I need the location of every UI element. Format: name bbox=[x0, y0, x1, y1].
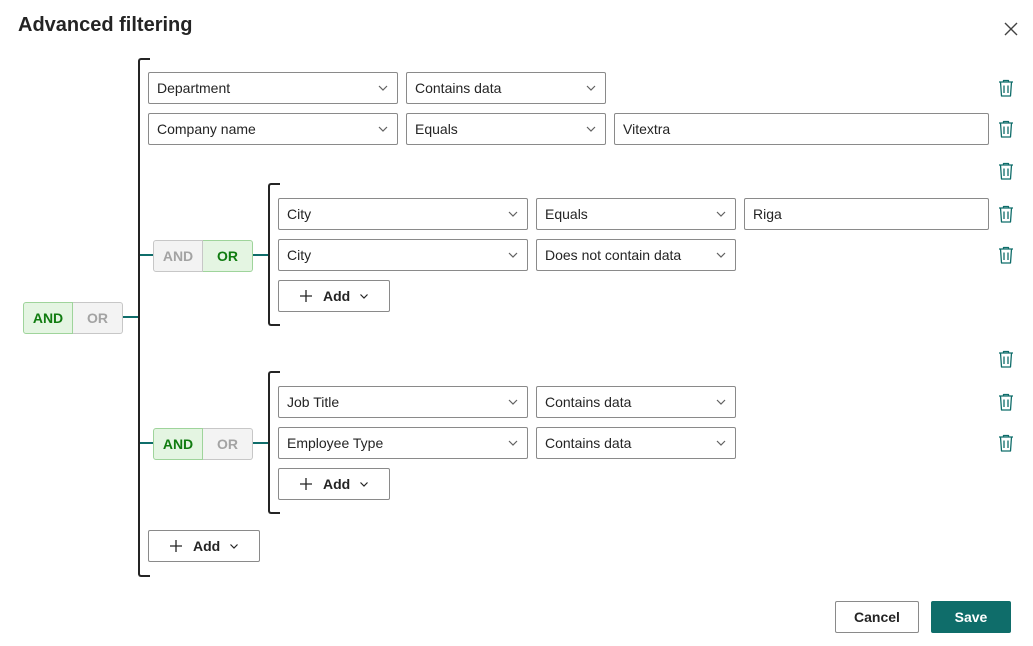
field-dropdown-value: Job Title bbox=[287, 394, 340, 410]
chevron-down-icon bbox=[586, 85, 596, 91]
root-add-button[interactable]: Add bbox=[148, 530, 260, 562]
trash-icon bbox=[999, 393, 1013, 411]
plus-icon bbox=[300, 478, 312, 490]
field-dropdown-job-title[interactable]: Job Title bbox=[278, 386, 528, 418]
group1-logic-toggle: AND OR bbox=[153, 240, 253, 272]
chevron-down-icon bbox=[378, 126, 388, 132]
operator-dropdown-value: Does not contain data bbox=[545, 247, 682, 263]
group1-connector-left bbox=[140, 254, 153, 256]
operator-dropdown-city-1[interactable]: Equals bbox=[536, 198, 736, 230]
root-or-toggle[interactable]: OR bbox=[73, 302, 123, 334]
field-dropdown-department[interactable]: Department bbox=[148, 72, 398, 104]
delete-row-button[interactable] bbox=[997, 119, 1015, 139]
plus-icon bbox=[300, 290, 312, 302]
close-button[interactable] bbox=[1000, 18, 1022, 40]
chevron-down-icon bbox=[230, 544, 238, 549]
group1-connector-right bbox=[253, 254, 268, 256]
delete-row-button[interactable] bbox=[997, 245, 1015, 265]
field-dropdown-value: Department bbox=[157, 80, 231, 96]
save-button[interactable]: Save bbox=[931, 601, 1011, 633]
group2-logic-toggle: AND OR bbox=[153, 428, 253, 460]
operator-dropdown-value: Equals bbox=[545, 206, 588, 222]
delete-group-button[interactable] bbox=[997, 161, 1015, 181]
root-and-toggle[interactable]: AND bbox=[23, 302, 73, 334]
operator-dropdown-department[interactable]: Contains data bbox=[406, 72, 606, 104]
dialog-title: Advanced filtering bbox=[18, 14, 193, 36]
chevron-down-icon bbox=[360, 482, 368, 487]
value-input-city[interactable]: Riga bbox=[744, 198, 989, 230]
chevron-down-icon bbox=[716, 211, 726, 217]
chevron-down-icon bbox=[508, 211, 518, 217]
group1-add-button[interactable]: Add bbox=[278, 280, 390, 312]
field-dropdown-city-2[interactable]: City bbox=[278, 239, 528, 271]
group2-connector-right bbox=[253, 442, 268, 444]
trash-icon bbox=[999, 120, 1013, 138]
group2-add-button[interactable]: Add bbox=[278, 468, 390, 500]
add-button-label: Add bbox=[323, 288, 351, 304]
operator-dropdown-city-2[interactable]: Does not contain data bbox=[536, 239, 736, 271]
trash-icon bbox=[999, 79, 1013, 97]
field-dropdown-city-1[interactable]: City bbox=[278, 198, 528, 230]
field-dropdown-company-name[interactable]: Company name bbox=[148, 113, 398, 145]
trash-icon bbox=[999, 205, 1013, 223]
chevron-down-icon bbox=[378, 85, 388, 91]
trash-icon bbox=[999, 350, 1013, 368]
chevron-down-icon bbox=[360, 294, 368, 299]
cancel-button[interactable]: Cancel bbox=[835, 601, 919, 633]
delete-row-button[interactable] bbox=[997, 433, 1015, 453]
plus-icon bbox=[170, 540, 182, 552]
operator-dropdown-company-name[interactable]: Equals bbox=[406, 113, 606, 145]
field-dropdown-value: City bbox=[287, 206, 312, 222]
group2-and-toggle[interactable]: AND bbox=[153, 428, 203, 460]
operator-dropdown-value: Equals bbox=[415, 121, 458, 137]
operator-dropdown-job-title[interactable]: Contains data bbox=[536, 386, 736, 418]
group2-or-toggle[interactable]: OR bbox=[203, 428, 253, 460]
trash-icon bbox=[999, 162, 1013, 180]
delete-group-button[interactable] bbox=[997, 349, 1015, 369]
group2-connector-left bbox=[140, 442, 153, 444]
add-button-label: Add bbox=[193, 538, 221, 554]
chevron-down-icon bbox=[716, 399, 726, 405]
root-logic-toggle: AND OR bbox=[23, 302, 123, 334]
operator-dropdown-employee-type[interactable]: Contains data bbox=[536, 427, 736, 459]
field-dropdown-employee-type[interactable]: Employee Type bbox=[278, 427, 528, 459]
chevron-down-icon bbox=[508, 252, 518, 258]
group1-or-toggle[interactable]: OR bbox=[203, 240, 253, 272]
operator-dropdown-value: Contains data bbox=[545, 435, 632, 451]
close-icon bbox=[1004, 22, 1018, 36]
chevron-down-icon bbox=[716, 252, 726, 258]
trash-icon bbox=[999, 246, 1013, 264]
delete-row-button[interactable] bbox=[997, 392, 1015, 412]
delete-row-button[interactable] bbox=[997, 204, 1015, 224]
chevron-down-icon bbox=[716, 440, 726, 446]
trash-icon bbox=[999, 434, 1013, 452]
field-dropdown-value: City bbox=[287, 247, 312, 263]
chevron-down-icon bbox=[508, 399, 518, 405]
field-dropdown-value: Employee Type bbox=[287, 435, 384, 451]
chevron-down-icon bbox=[586, 126, 596, 132]
delete-row-button[interactable] bbox=[997, 78, 1015, 98]
root-connector bbox=[123, 316, 138, 318]
operator-dropdown-value: Contains data bbox=[415, 80, 502, 96]
chevron-down-icon bbox=[508, 440, 518, 446]
add-button-label: Add bbox=[323, 476, 351, 492]
value-input-company-name[interactable]: Vitextra bbox=[614, 113, 989, 145]
group1-and-toggle[interactable]: AND bbox=[153, 240, 203, 272]
operator-dropdown-value: Contains data bbox=[545, 394, 632, 410]
field-dropdown-value: Company name bbox=[157, 121, 256, 137]
